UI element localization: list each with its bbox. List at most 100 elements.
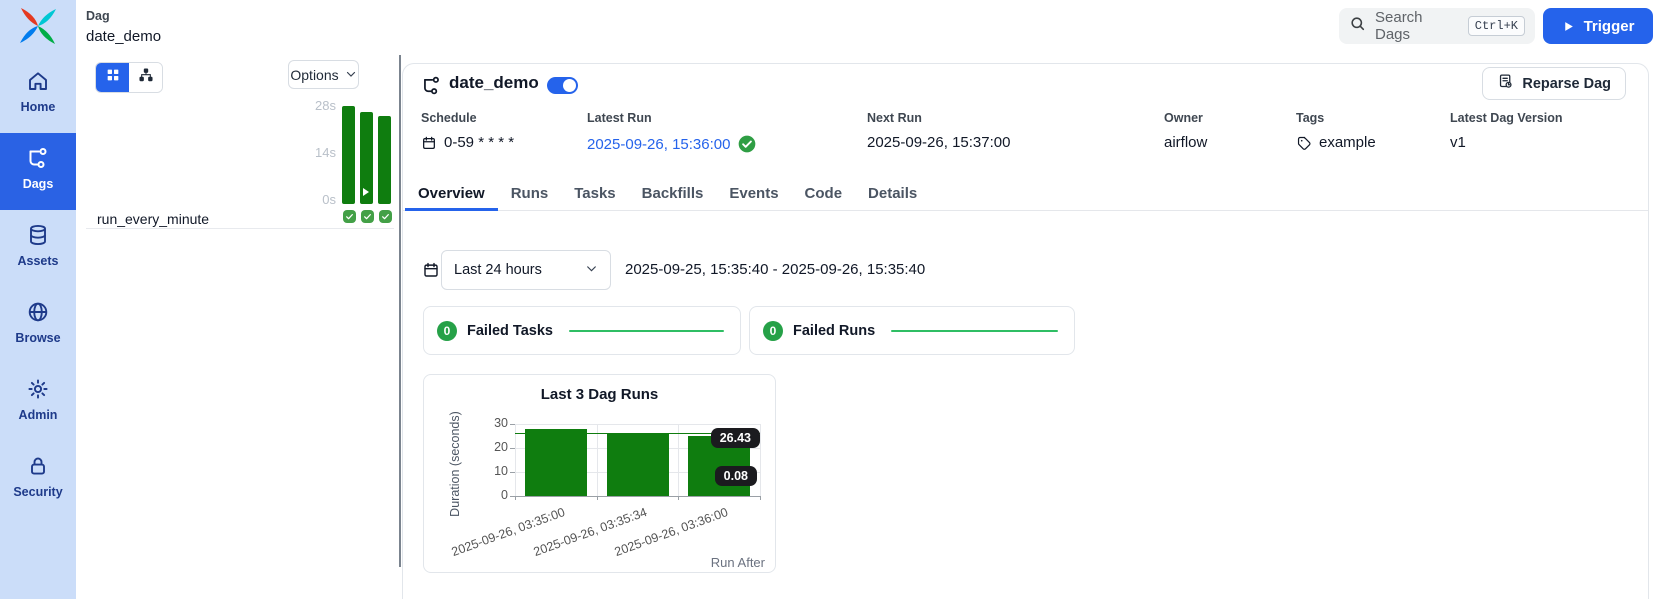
tab-details[interactable]: Details [855, 178, 930, 211]
tab-tasks[interactable]: Tasks [561, 178, 628, 211]
document-reload-icon [1497, 73, 1514, 94]
info-next-run: Next Run 2025-09-26, 15:37:00 [867, 111, 1010, 151]
info-value-text: 2025-09-26, 15:37:00 [867, 134, 1010, 151]
grid-view-button[interactable] [96, 63, 129, 92]
dag-runs-chart-card: Last 3 Dag Runs Duration (seconds) Run A… [423, 374, 776, 573]
dag-run-bar[interactable] [378, 116, 391, 204]
sidebar-item-label: Browse [15, 331, 60, 345]
dag-run-duration-bar[interactable] [525, 429, 587, 496]
sidebar-item-home[interactable]: Home [0, 56, 76, 133]
mini-axis-label: 28s [306, 98, 336, 113]
info-latest-dag-version: Latest Dag Version v1 [1450, 111, 1563, 151]
view-toggle-group [95, 62, 163, 93]
dag-run-bar[interactable] [360, 112, 373, 204]
tab-runs[interactable]: Runs [498, 178, 562, 211]
keyboard-shortcut-badge: Ctrl+K [1468, 16, 1525, 36]
info-label: Owner [1164, 111, 1207, 125]
sidebar-item-browse[interactable]: Browse [0, 287, 76, 364]
pause-toggle[interactable] [547, 77, 578, 94]
gridline [597, 424, 598, 496]
gridline [515, 424, 760, 425]
time-range-value: Last 24 hours [454, 262, 585, 278]
sidebar-item-label: Admin [19, 408, 58, 422]
count-badge: 0 [437, 321, 457, 341]
globe-icon [26, 300, 50, 324]
calendar-icon [422, 261, 440, 279]
task-status-success[interactable] [361, 210, 374, 223]
info-value[interactable]: 2025-09-26, 15:36:00 [587, 134, 757, 154]
dag-run-duration-bar[interactable] [607, 433, 669, 496]
airflow-logo[interactable] [18, 6, 58, 46]
trigger-label: Trigger [1584, 18, 1635, 35]
tab-backfills[interactable]: Backfills [629, 178, 717, 211]
y-tick-label: 0 [424, 488, 508, 502]
task-name[interactable]: run_every_minute [97, 211, 209, 227]
dag-run-bar[interactable] [342, 106, 355, 204]
stat-card-failed-runs[interactable]: 0 Failed Runs [749, 306, 1075, 355]
info-tags: Tagsexample [1296, 111, 1376, 151]
search-input[interactable]: Search Dags Ctrl+K [1339, 8, 1535, 44]
gridline [760, 424, 761, 496]
info-label: Latest Dag Version [1450, 111, 1563, 125]
info-value-text: 0-59 * * * * [444, 134, 514, 151]
mini-axis-label: 14s [306, 145, 336, 160]
sidebar-item-assets[interactable]: Assets [0, 210, 76, 287]
tab-overview[interactable]: Overview [405, 178, 498, 211]
count-badge: 0 [763, 321, 783, 341]
info-label: Schedule [421, 111, 514, 125]
time-range-text: 2025-09-25, 15:35:40 - 2025-09-26, 15:35… [625, 250, 925, 290]
info-latest-run: Latest Run 2025-09-26, 15:36:00 [587, 111, 757, 154]
info-value: v1 [1450, 134, 1563, 151]
airflow-app: Home Dags Assets Browse Admin Security Dag da… [0, 0, 1657, 599]
info-value-text: 2025-09-26, 15:36:00 [587, 136, 730, 153]
task-row-divider [86, 228, 394, 229]
stat-label: Failed Runs [793, 323, 875, 339]
options-dropdown[interactable]: Options [288, 60, 359, 89]
info-schedule: Schedule 0-59 * * * * [421, 111, 514, 151]
database-icon [26, 223, 50, 247]
trigger-button[interactable]: Trigger [1543, 8, 1653, 44]
graph-view-button[interactable] [129, 63, 162, 92]
value-badge: 26.43 [711, 428, 760, 448]
sidebar-item-security[interactable]: Security [0, 441, 76, 518]
time-range-select[interactable]: Last 24 hours [441, 250, 611, 290]
tab-code[interactable]: Code [792, 178, 856, 211]
mini-axis-label: 0s [306, 192, 336, 207]
panel-resize-handle[interactable] [399, 55, 401, 567]
sidebar-nav: Home Dags Assets Browse Admin Security [0, 56, 76, 518]
dag-title: date_demo [449, 73, 539, 93]
tab-events[interactable]: Events [716, 178, 791, 211]
sidebar-item-admin[interactable]: Admin [0, 364, 76, 441]
info-label: Tags [1296, 111, 1376, 125]
search-icon [1349, 15, 1366, 37]
x-tick-mark [678, 496, 679, 500]
stat-card-failed-tasks[interactable]: 0 Failed Tasks [423, 306, 741, 355]
chevron-down-icon [345, 67, 357, 83]
value-badge: 0.08 [715, 466, 757, 486]
y-tick-mark [510, 424, 515, 425]
dag-icon [26, 146, 50, 170]
reparse-dag-button[interactable]: Reparse Dag [1482, 67, 1626, 100]
x-tick-mark [597, 496, 598, 500]
tag-icon [1296, 135, 1312, 151]
task-status-success[interactable] [343, 210, 356, 223]
task-status-success[interactable] [379, 210, 392, 223]
breadcrumb: Dag date_demo [86, 9, 161, 45]
chevron-down-icon [585, 262, 598, 279]
info-label: Latest Run [587, 111, 757, 125]
toggle-knob [563, 79, 576, 92]
reparse-label: Reparse Dag [1522, 76, 1611, 92]
y-tick-label: 20 [424, 440, 508, 454]
sidebar-item-label: Dags [23, 177, 54, 191]
info-label: Next Run [867, 111, 1010, 125]
mini-run-chart: 28s 14s 0s [306, 95, 394, 227]
dag-detail-panel: date_demo Reparse Dag Schedule 0-59 * * *… [402, 63, 1649, 599]
dag-info-row: Schedule 0-59 * * * * Latest Run 2025-09-26… [403, 111, 1648, 171]
y-tick-label: 30 [424, 416, 508, 430]
info-value: 0-59 * * * * [421, 134, 514, 151]
options-label: Options [290, 67, 338, 83]
gridline [515, 424, 516, 496]
gridline [678, 424, 679, 496]
sidebar-item-dags[interactable]: Dags [0, 133, 76, 210]
stat-label: Failed Tasks [467, 323, 553, 339]
